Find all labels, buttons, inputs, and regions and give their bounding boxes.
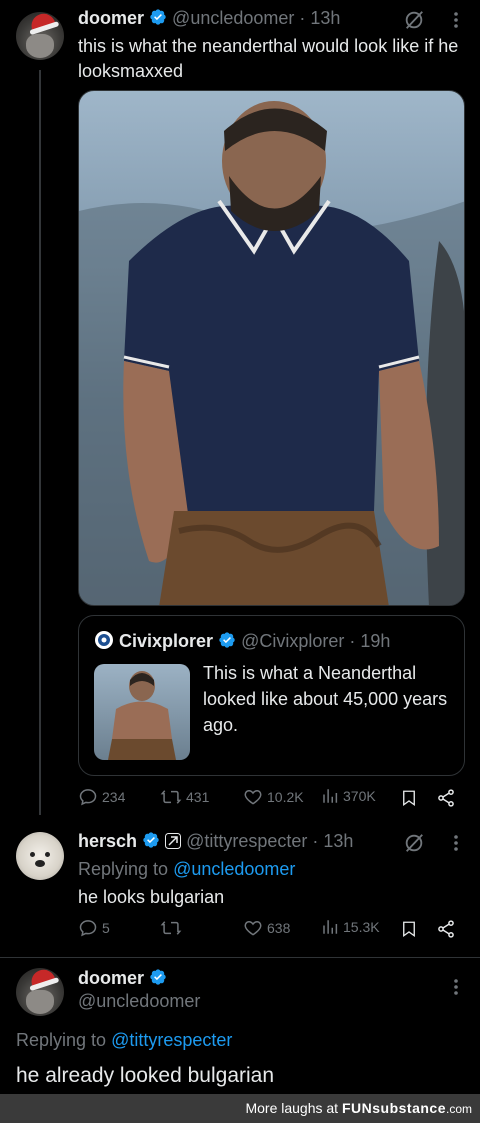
views-icon: [323, 789, 338, 803]
author-handle[interactable]: @uncledoomer: [172, 8, 294, 28]
author-name[interactable]: doomer: [78, 8, 144, 28]
share-icon[interactable]: [436, 788, 456, 808]
replying-to-link[interactable]: @tittyrespecter: [111, 1030, 232, 1050]
repost-icon: [160, 921, 182, 935]
views-count: 15.3K: [343, 919, 380, 935]
more-icon[interactable]: [447, 10, 465, 30]
like-button[interactable]: 638: [243, 918, 290, 938]
grok-icon[interactable]: [403, 832, 425, 854]
verified-badge-icon: [219, 632, 235, 648]
author-name[interactable]: doomer: [78, 968, 144, 988]
tweet-text: he already looked bulgarian: [16, 1064, 275, 1087]
reply-count: 5: [102, 920, 110, 936]
views-button[interactable]: 15.3K: [321, 918, 380, 936]
reply-icon: [79, 920, 97, 937]
author-handle[interactable]: @tittyrespecter: [186, 831, 307, 851]
divider: [0, 957, 480, 958]
verified-badge-icon: [143, 832, 159, 848]
timestamp[interactable]: 13h: [310, 8, 340, 28]
quote-image[interactable]: [94, 664, 190, 760]
quote-text: This is what a Neanderthal looked like a…: [203, 663, 448, 735]
tweet-header: hersch @tittyrespecter · 13h: [78, 831, 354, 851]
bookmark-icon[interactable]: [400, 919, 418, 939]
verified-badge-icon: [150, 9, 166, 25]
bookmark-icon[interactable]: [400, 788, 418, 808]
tweet-actions: 5 638 15.3K: [78, 918, 468, 942]
timestamp[interactable]: 13h: [323, 831, 353, 851]
quote-timestamp[interactable]: 19h: [360, 631, 390, 651]
quote-author-handle[interactable]: @Civixplorer: [241, 631, 344, 651]
quoted-tweet[interactable]: Civixplorer @Civixplorer · 19h This is w…: [78, 615, 465, 776]
quote-avatar-icon: [95, 631, 113, 649]
repost-count: 431: [186, 789, 210, 805]
like-icon: [244, 920, 262, 936]
views-button[interactable]: 370K: [321, 787, 376, 805]
like-count: 638: [267, 920, 291, 936]
tweet-header: doomer: [78, 968, 167, 989]
tweet-text: this is what the neanderthal would look …: [78, 36, 459, 81]
more-icon[interactable]: [447, 833, 465, 853]
repost-icon: [160, 790, 182, 804]
quote-author-name[interactable]: Civixplorer: [119, 631, 213, 651]
repost-button[interactable]: [160, 918, 186, 938]
footer-brand: FUNsubstance: [341, 1100, 446, 1116]
tweet-header: doomer @uncledoomer · 13h: [78, 8, 341, 28]
neanderthal-photo: [79, 101, 464, 605]
reply-count: 234: [102, 789, 126, 805]
affiliate-badge-icon: [165, 833, 182, 849]
views-icon: [323, 920, 338, 934]
replying-to-link[interactable]: @uncledoomer: [173, 859, 295, 879]
thread-line: [39, 70, 41, 815]
tweet-text: he looks bulgarian: [78, 887, 225, 907]
like-count: 10.2K: [267, 789, 304, 805]
footer-prefix: More laughs at: [245, 1100, 339, 1116]
repost-button[interactable]: 431: [160, 787, 209, 807]
reply-icon: [79, 789, 97, 806]
views-count: 370K: [343, 788, 376, 804]
like-button[interactable]: 10.2K: [243, 787, 304, 807]
quote-photo: [108, 671, 176, 760]
avatar-doomer[interactable]: [16, 968, 64, 1016]
author-handle[interactable]: @uncledoomer: [78, 991, 200, 1012]
like-icon: [244, 789, 262, 805]
share-icon[interactable]: [436, 919, 456, 939]
grok-icon[interactable]: [403, 9, 425, 31]
avatar-hersch[interactable]: [16, 832, 64, 880]
watermark-footer: More laughs at FUNsubstance.com: [0, 1094, 480, 1123]
reply-button[interactable]: 5: [78, 918, 110, 938]
verified-badge-icon: [150, 969, 166, 985]
reply-button[interactable]: 234: [78, 787, 125, 807]
author-name[interactable]: hersch: [78, 831, 137, 851]
replying-to: Replying to @tittyrespecter: [16, 1030, 233, 1050]
more-icon[interactable]: [447, 977, 465, 997]
quote-header: Civixplorer @Civixplorer · 19h: [94, 630, 390, 652]
tweet-actions: 234 431 10.2K 370K: [78, 787, 468, 811]
replying-to: Replying to @uncledoomer: [78, 859, 296, 879]
avatar-doomer[interactable]: [16, 12, 64, 60]
tweet-image[interactable]: [78, 90, 465, 606]
